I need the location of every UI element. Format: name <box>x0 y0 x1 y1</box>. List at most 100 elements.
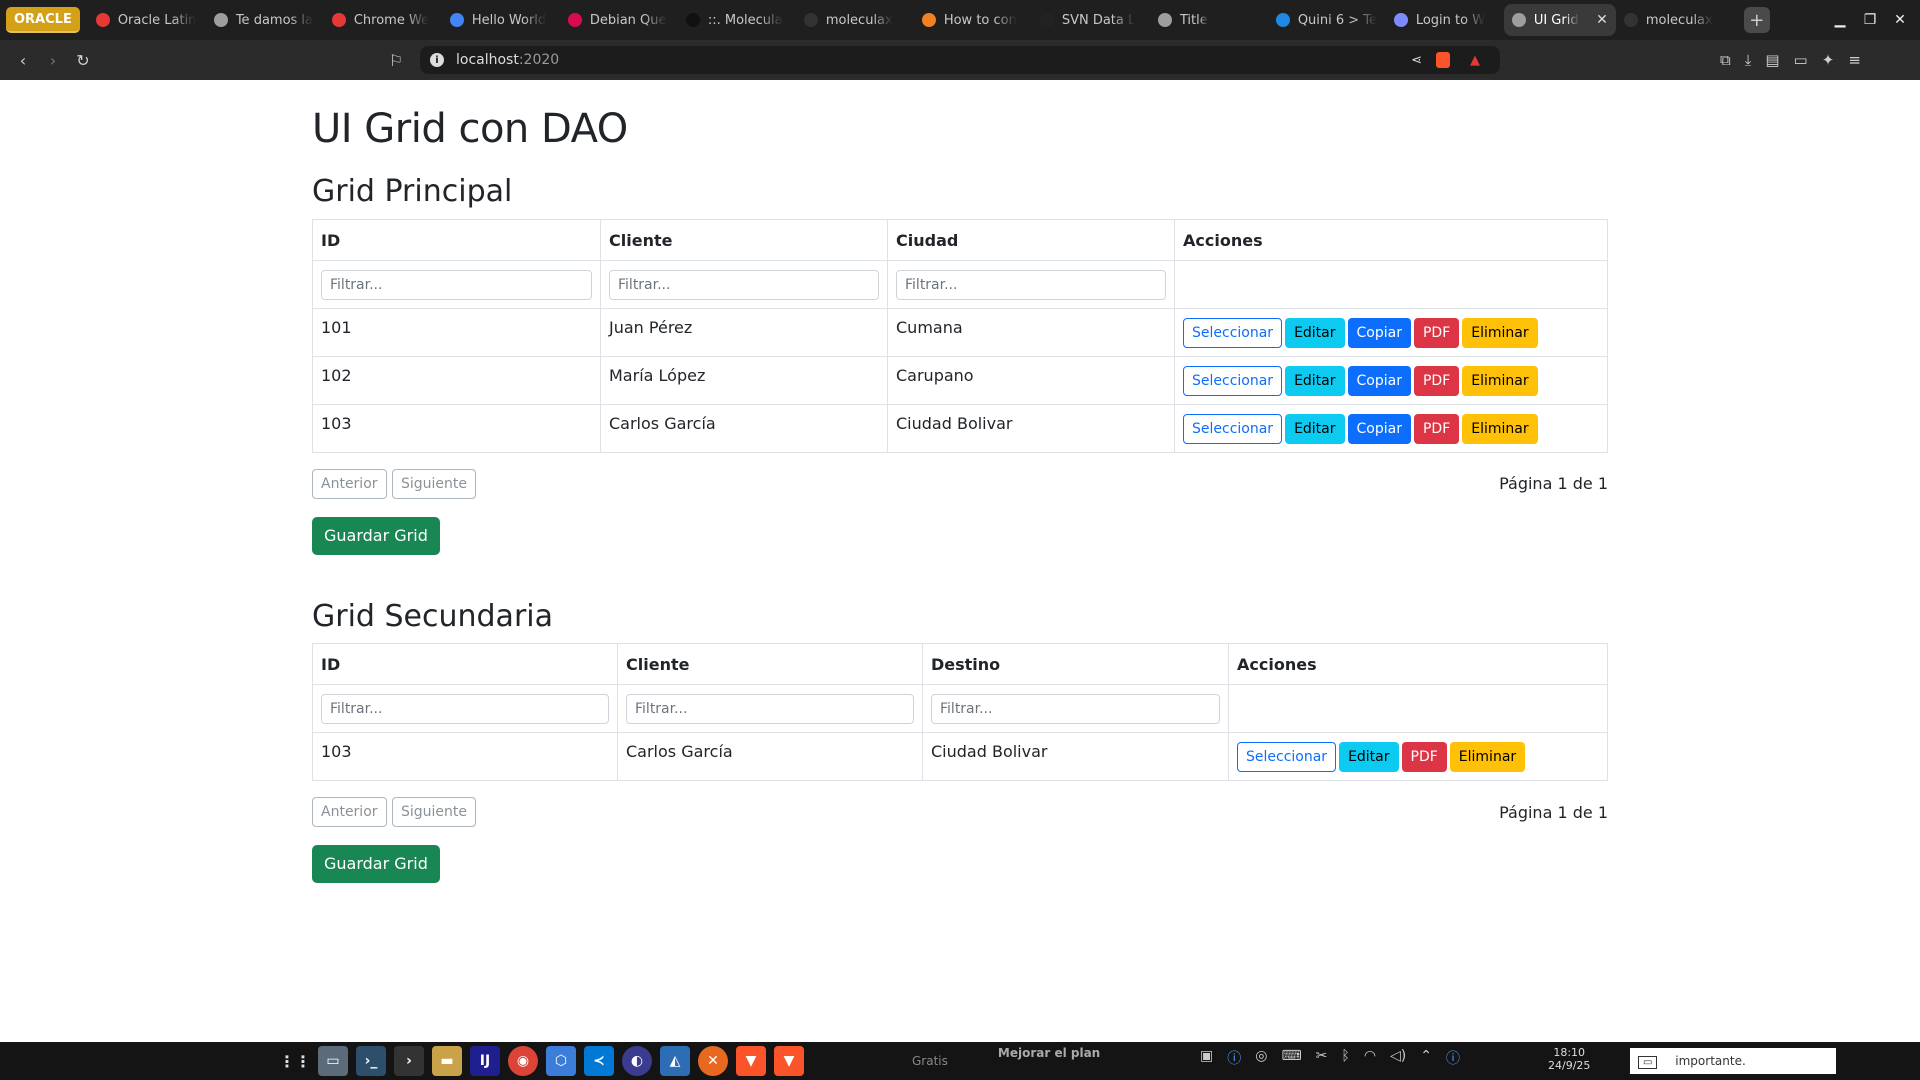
secondary-prev-button[interactable]: Anterior <box>312 797 387 827</box>
bluetooth-icon[interactable]: ᛒ <box>1341 1048 1349 1068</box>
editar-button[interactable]: Editar <box>1285 413 1345 444</box>
copiar-button[interactable]: Copiar <box>1347 317 1411 348</box>
oracle-tab-pill[interactable]: ORACLE <box>6 7 80 33</box>
brave-icon[interactable]: ▼ <box>736 1046 766 1076</box>
close-window-icon[interactable]: ✕ <box>1885 12 1915 28</box>
download-icon[interactable]: ⤓ <box>1745 51 1752 69</box>
primary-next-button[interactable]: Siguiente <box>392 469 477 499</box>
konsole-icon[interactable]: › <box>394 1046 424 1076</box>
browser-tab[interactable]: ::. Molecula <box>678 4 796 36</box>
filter-id-input[interactable] <box>321 269 592 300</box>
wallet-icon[interactable]: ▭ <box>1794 51 1808 69</box>
wireshark-icon[interactable]: ◭ <box>660 1046 690 1076</box>
steam-icon[interactable]: ◎ <box>1255 1048 1267 1068</box>
globe-icon <box>213 13 228 27</box>
brave-shield-icon[interactable] <box>1436 52 1450 68</box>
app-launcher-icon[interactable]: ⋮⋮ <box>279 1046 311 1076</box>
browser-tab[interactable]: Oracle Latin <box>88 4 206 36</box>
keyboard-icon[interactable]: ⌨ <box>1281 1048 1301 1068</box>
bookmark-icon[interactable]: ⚐ <box>381 51 411 70</box>
xampp-icon[interactable]: ✕ <box>698 1046 728 1076</box>
eliminar-button[interactable]: Eliminar <box>1462 317 1538 348</box>
minimize-icon[interactable]: ▁ <box>1825 12 1855 28</box>
primary-save-button[interactable]: Guardar Grid <box>312 517 440 555</box>
screenshot-icon[interactable]: ⧉ <box>1720 51 1731 69</box>
close-tab-icon[interactable]: ✕ <box>1596 12 1608 28</box>
pdf-button[interactable]: PDF <box>1413 365 1460 396</box>
browser-tab-strip: ORACLE Oracle Latin Te damos la Chrome We H… <box>0 0 1920 40</box>
address-bar[interactable]: i localhost:2020 ⋖ ▲ <box>420 46 1500 74</box>
editar-button[interactable]: Editar <box>1339 741 1399 772</box>
info-icon[interactable]: ⓘ <box>1227 1048 1241 1068</box>
virtualbox-icon[interactable]: ⬡ <box>546 1046 576 1076</box>
notification-banner[interactable]: ▭ importante. <box>1630 1048 1836 1074</box>
terminal-app-icon[interactable]: ›_ <box>356 1046 386 1076</box>
chevron-up-icon[interactable]: ⌃ <box>1420 1048 1432 1068</box>
browser-tab[interactable]: Login to W <box>1386 4 1504 36</box>
secondary-save-button[interactable]: Guardar Grid <box>312 845 440 883</box>
copiar-button[interactable]: Copiar <box>1347 413 1411 444</box>
pdf-button[interactable]: PDF <box>1401 741 1447 772</box>
editar-button[interactable]: Editar <box>1285 317 1345 348</box>
kotlin-icon <box>449 13 464 27</box>
back-icon[interactable]: ‹ <box>8 51 38 70</box>
seleccionar-button[interactable]: Seleccionar <box>1183 413 1283 444</box>
browser-tab[interactable]: moleculax <box>1616 4 1734 36</box>
browser-tab[interactable]: How to con <box>914 4 1032 36</box>
intellij-icon[interactable]: IJ <box>470 1046 500 1076</box>
browser-tab[interactable]: Title <box>1150 4 1268 36</box>
filter-cliente-input[interactable] <box>626 693 914 724</box>
secondary-grid-table: ID Cliente Destino Acciones 103Carlos Ga… <box>312 643 1608 781</box>
seleccionar-button[interactable]: Seleccionar <box>1237 741 1337 772</box>
editar-button[interactable]: Editar <box>1285 365 1345 396</box>
browser-tab[interactable]: Debian Que <box>560 4 678 36</box>
pdf-button[interactable]: PDF <box>1413 413 1460 444</box>
eliminar-button[interactable]: Eliminar <box>1449 741 1526 772</box>
eliminar-button[interactable]: Eliminar <box>1462 365 1538 396</box>
browser-tab[interactable]: Hello World <box>442 4 560 36</box>
filter-ciudad-input[interactable] <box>896 269 1166 300</box>
vscode-icon[interactable]: ≺ <box>584 1046 614 1076</box>
maximize-icon[interactable]: ❐ <box>1855 12 1885 28</box>
site-info-icon[interactable]: i <box>430 53 444 67</box>
sidebar-icon[interactable]: ▤ <box>1765 51 1779 69</box>
copiar-button[interactable]: Copiar <box>1347 365 1411 396</box>
eclipse-icon[interactable]: ◐ <box>622 1046 652 1076</box>
browser-tab[interactable]: SVN Data L <box>1032 4 1150 36</box>
clipboard-icon[interactable]: ▣ <box>1200 1048 1213 1068</box>
notification-info-icon[interactable]: ⓘ <box>1446 1048 1460 1068</box>
volume-icon[interactable]: ◁) <box>1390 1048 1406 1068</box>
seleccionar-button[interactable]: Seleccionar <box>1183 365 1283 396</box>
system-clock[interactable]: 18:10 24/9/25 <box>1548 1046 1590 1072</box>
cell-acciones: Seleccionar Editar Copiar PDF Eliminar <box>1174 308 1608 357</box>
browser-toolbar: ‹ › ↻ ⚐ i localhost:2020 ⋖ ▲ ⧉ ⤓ ▤ ▭ ✦ ≡ <box>0 40 1920 80</box>
desktop-peek-icon[interactable]: ▭ <box>1638 1056 1658 1069</box>
secondary-next-button[interactable]: Siguiente <box>392 797 477 827</box>
share-icon[interactable]: ⋖ <box>1411 53 1422 68</box>
brave-rewards-icon[interactable]: ▲ <box>1470 53 1480 68</box>
filter-cliente-input[interactable] <box>609 269 879 300</box>
wifi-icon[interactable]: ◠ <box>1364 1048 1376 1068</box>
tools-icon[interactable]: ✂ <box>1316 1048 1328 1068</box>
browser-tab[interactable]: Chrome We <box>324 4 442 36</box>
brave-beta-icon[interactable]: ▼ <box>774 1046 804 1076</box>
chrome-icon[interactable]: ◉ <box>508 1046 538 1076</box>
reload-icon[interactable]: ↻ <box>68 51 98 70</box>
forward-icon[interactable]: › <box>38 51 68 70</box>
tray-label-plan[interactable]: Mejorar el plan <box>998 1046 1100 1060</box>
browser-tab[interactable]: Te damos la <box>206 4 324 36</box>
browser-tab[interactable]: Quini 6 > Te <box>1268 4 1386 36</box>
desktop-icon[interactable]: ▭ <box>318 1046 348 1076</box>
primary-prev-button[interactable]: Anterior <box>312 469 387 499</box>
filter-destino-input[interactable] <box>931 693 1220 724</box>
browser-tab[interactable]: UI Grid ✕ <box>1503 4 1616 36</box>
files-icon[interactable]: ▬ <box>432 1046 462 1076</box>
leo-ai-icon[interactable]: ✦ <box>1822 51 1835 69</box>
pdf-button[interactable]: PDF <box>1413 317 1460 348</box>
menu-icon[interactable]: ≡ <box>1848 51 1861 69</box>
browser-tab[interactable]: moleculax <box>796 4 914 36</box>
seleccionar-button[interactable]: Seleccionar <box>1183 317 1283 348</box>
new-tab-button[interactable]: + <box>1743 7 1770 33</box>
eliminar-button[interactable]: Eliminar <box>1462 413 1538 444</box>
filter-id-input[interactable] <box>321 693 609 724</box>
